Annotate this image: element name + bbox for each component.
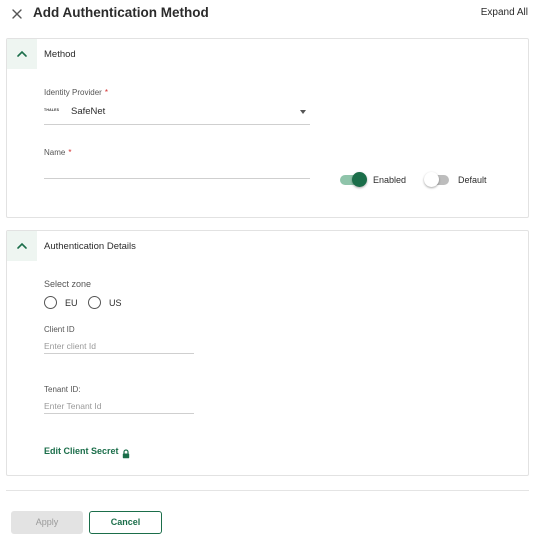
identity-provider-select[interactable]: THALES SafeNet <box>44 101 310 125</box>
default-label: Default <box>458 175 487 185</box>
enabled-label: Enabled <box>373 175 407 185</box>
method-section-title: Method <box>44 49 76 60</box>
authentication-details-section: Authentication Details Select zone EU US… <box>6 230 529 476</box>
identity-provider-value: SafeNet <box>71 106 106 117</box>
collapse-method-button[interactable] <box>7 39 37 69</box>
client-id-label: Client ID <box>44 325 75 334</box>
collapse-auth-details-button[interactable] <box>7 231 37 261</box>
chevron-up-icon <box>17 242 27 249</box>
caret-down-icon <box>300 110 306 114</box>
required-mark: * <box>68 148 72 157</box>
enabled-toggle-knob <box>352 172 367 187</box>
provider-logo: THALES <box>44 108 60 112</box>
default-toggle-knob <box>424 172 439 187</box>
zone-radio-us[interactable] <box>88 296 101 309</box>
page-title: Add Authentication Method <box>33 5 209 20</box>
identity-provider-label: Identity Provider * <box>44 88 108 97</box>
identity-provider-label-text: Identity Provider <box>44 88 102 97</box>
zone-radio-eu[interactable] <box>44 296 57 309</box>
select-zone-label: Select zone <box>44 279 92 289</box>
chevron-up-icon <box>17 50 27 57</box>
enabled-toggle[interactable] <box>340 172 368 188</box>
name-label-text: Name <box>44 148 66 157</box>
name-input[interactable] <box>44 163 310 179</box>
authentication-details-title: Authentication Details <box>44 241 136 252</box>
method-section-header[interactable]: Method <box>7 39 528 69</box>
tenant-id-label: Tenant ID: <box>44 385 81 394</box>
client-id-input[interactable] <box>44 338 194 354</box>
name-label: Name * <box>44 148 71 157</box>
footer-divider <box>6 490 529 491</box>
dialog-header: Add Authentication Method Expand All <box>0 0 538 28</box>
zone-label-us: US <box>109 298 122 308</box>
tenant-id-input[interactable] <box>44 398 194 414</box>
default-toggle[interactable] <box>424 172 453 188</box>
cancel-button[interactable]: Cancel <box>89 511 162 534</box>
required-mark: * <box>104 88 108 97</box>
close-icon[interactable] <box>10 7 24 21</box>
zone-label-eu: EU <box>65 298 78 308</box>
authentication-details-header[interactable]: Authentication Details <box>7 231 528 261</box>
edit-client-secret-link[interactable]: Edit Client Secret <box>44 446 119 456</box>
apply-button[interactable]: Apply <box>11 511 83 534</box>
expand-all-button[interactable]: Expand All <box>481 7 528 18</box>
lock-icon <box>122 446 130 464</box>
method-section: Method Identity Provider * THALES SafeNet… <box>6 38 529 218</box>
